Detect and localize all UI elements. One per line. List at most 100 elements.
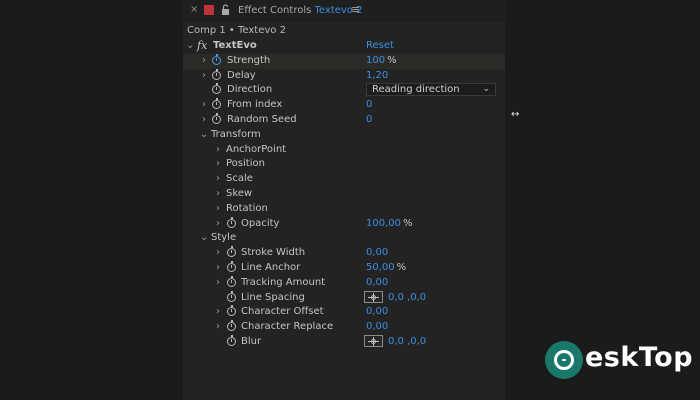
lock-icon[interactable] <box>221 4 230 15</box>
property-label: Character Offset <box>241 306 324 318</box>
stopwatch-icon[interactable] <box>212 112 221 124</box>
property-row-strength[interactable]: › Strength 100% <box>183 53 505 69</box>
stroke-width-value[interactable]: 0,00 <box>366 247 388 258</box>
character-offset-value[interactable]: 0,00 <box>366 306 388 317</box>
chevron-right-icon[interactable]: › <box>214 321 222 332</box>
property-row-random-seed[interactable]: › Random Seed 0 <box>183 112 505 128</box>
chevron-right-icon[interactable]: › <box>214 203 222 214</box>
property-label: Tracking Amount <box>241 276 326 288</box>
crosshair-point-button[interactable] <box>364 290 383 303</box>
label-color-swatch[interactable] <box>204 5 214 15</box>
strength-value[interactable]: 100% <box>366 55 397 66</box>
stopwatch-icon[interactable] <box>212 98 221 110</box>
chevron-down-icon: ⌄ <box>482 84 490 95</box>
value-number[interactable]: 100 <box>366 55 385 66</box>
chevron-right-icon[interactable]: › <box>200 70 208 81</box>
opacity-value[interactable]: 100,00% <box>366 218 413 229</box>
stopwatch-icon[interactable] <box>212 53 221 65</box>
group-row-style[interactable]: ⌄ Style <box>183 231 505 246</box>
group-label: Rotation <box>226 202 268 214</box>
property-label: Direction <box>227 84 273 96</box>
group-row-skew[interactable]: › Skew <box>183 187 505 202</box>
chevron-down-icon[interactable]: ⌄ <box>200 232 208 243</box>
stopwatch-icon[interactable] <box>227 320 236 332</box>
property-label: Blur <box>241 335 262 347</box>
property-label: Character Replace <box>241 321 334 333</box>
blur-value[interactable]: 0,0 ,0,0 <box>388 336 426 347</box>
fx-icon[interactable]: fx <box>197 39 207 52</box>
stopwatch-icon[interactable] <box>227 216 236 228</box>
stopwatch-icon[interactable] <box>212 83 221 95</box>
group-row-anchorpoint[interactable]: › AnchorPoint <box>183 143 505 158</box>
line-spacing-value[interactable]: 0,0 ,0,0 <box>388 292 426 303</box>
tracking-amount-value[interactable]: 0,00 <box>366 277 388 288</box>
effect-property-list: ⌄ fx TextEvo Reset › Strength 100% › Del… <box>183 39 505 350</box>
property-row-direction[interactable]: Direction Reading direction ⌄ <box>183 83 505 98</box>
group-label: Style <box>211 232 237 244</box>
stopwatch-icon[interactable] <box>227 246 236 258</box>
group-label: Skew <box>226 187 253 199</box>
chevron-right-icon[interactable]: › <box>200 55 208 66</box>
random-seed-value[interactable]: 0 <box>366 114 372 125</box>
chevron-right-icon[interactable]: › <box>214 144 222 155</box>
chevron-down-icon[interactable]: ⌄ <box>186 40 194 51</box>
property-label: Stroke Width <box>241 247 306 259</box>
watermark-logo: eskTop <box>545 340 693 380</box>
property-row-from-index[interactable]: › From index 0 <box>183 98 505 113</box>
stopwatch-icon[interactable] <box>227 305 236 317</box>
chevron-right-icon[interactable]: › <box>214 277 222 288</box>
effect-row-textevo[interactable]: ⌄ fx TextEvo Reset <box>183 39 505 54</box>
comp-breadcrumb: Comp 1 • Textevo 2 <box>187 25 286 36</box>
chevron-right-icon[interactable]: › <box>214 218 222 229</box>
stopwatch-icon[interactable] <box>227 260 236 272</box>
chevron-right-icon[interactable]: › <box>200 114 208 125</box>
property-label: Line Spacing <box>241 291 305 303</box>
panel-menu-icon[interactable]: ≡ <box>351 3 360 16</box>
value-number[interactable]: 100,00 <box>366 218 401 229</box>
from-index-value[interactable]: 0 <box>366 99 372 110</box>
property-row-blur[interactable]: Blur 0,0 ,0,0 <box>183 334 505 350</box>
panel-tab-title[interactable]: Effect Controls Textevo 2 <box>238 5 362 16</box>
property-row-stroke-width[interactable]: › Stroke Width 0,00 <box>183 246 505 261</box>
stopwatch-icon[interactable] <box>227 334 236 346</box>
group-row-transform[interactable]: ⌄ Transform <box>183 128 505 143</box>
watermark-text: eskTop <box>585 342 694 373</box>
chevron-right-icon[interactable]: › <box>200 99 208 110</box>
group-row-rotation[interactable]: › Rotation <box>183 202 505 217</box>
property-row-character-replace[interactable]: › Character Replace 0,00 <box>183 320 505 335</box>
chevron-right-icon[interactable]: › <box>214 173 222 184</box>
dropdown-selected-value: Reading direction <box>372 84 460 96</box>
character-replace-value[interactable]: 0,00 <box>366 321 388 332</box>
direction-dropdown[interactable]: Reading direction ⌄ <box>366 83 496 97</box>
property-label: Random Seed <box>227 113 297 125</box>
group-row-position[interactable]: › Position <box>183 157 505 172</box>
property-row-character-offset[interactable]: › Character Offset 0,00 <box>183 305 505 320</box>
value-number[interactable]: 50,00 <box>366 262 395 273</box>
chevron-right-icon[interactable]: › <box>214 188 222 199</box>
property-label: Delay <box>227 69 256 81</box>
chevron-down-icon[interactable]: ⌄ <box>200 129 208 140</box>
line-anchor-value[interactable]: 50,00% <box>366 262 406 273</box>
property-row-line-spacing[interactable]: Line Spacing 0,0 ,0,0 <box>183 290 505 306</box>
property-row-opacity[interactable]: › Opacity 100,00% <box>183 216 505 232</box>
group-label: AnchorPoint <box>226 143 287 155</box>
property-row-delay[interactable]: › Delay 1,20 <box>183 68 505 84</box>
chevron-right-icon[interactable]: › <box>214 158 222 169</box>
chevron-right-icon[interactable]: › <box>214 306 222 317</box>
chevron-right-icon[interactable]: › <box>214 262 222 273</box>
stopwatch-icon[interactable] <box>227 290 236 302</box>
group-row-scale[interactable]: › Scale <box>183 172 505 187</box>
unit-label: % <box>396 261 407 273</box>
delay-value[interactable]: 1,20 <box>366 70 388 81</box>
property-row-line-anchor[interactable]: › Line Anchor 50,00% <box>183 260 505 276</box>
crosshair-icon-circle <box>371 294 376 300</box>
close-tab-icon[interactable]: × <box>190 4 198 15</box>
panel-tab-bar: × Effect Controls Textevo 2 ≡ <box>183 0 505 22</box>
property-row-tracking-amount[interactable]: › Tracking Amount 0,00 <box>183 275 505 291</box>
effect-name: TextEvo <box>213 40 257 51</box>
stopwatch-icon[interactable] <box>212 68 221 80</box>
crosshair-point-button[interactable] <box>364 334 383 347</box>
chevron-right-icon[interactable]: › <box>214 247 222 258</box>
reset-button[interactable]: Reset <box>366 40 394 51</box>
stopwatch-icon[interactable] <box>227 275 236 287</box>
